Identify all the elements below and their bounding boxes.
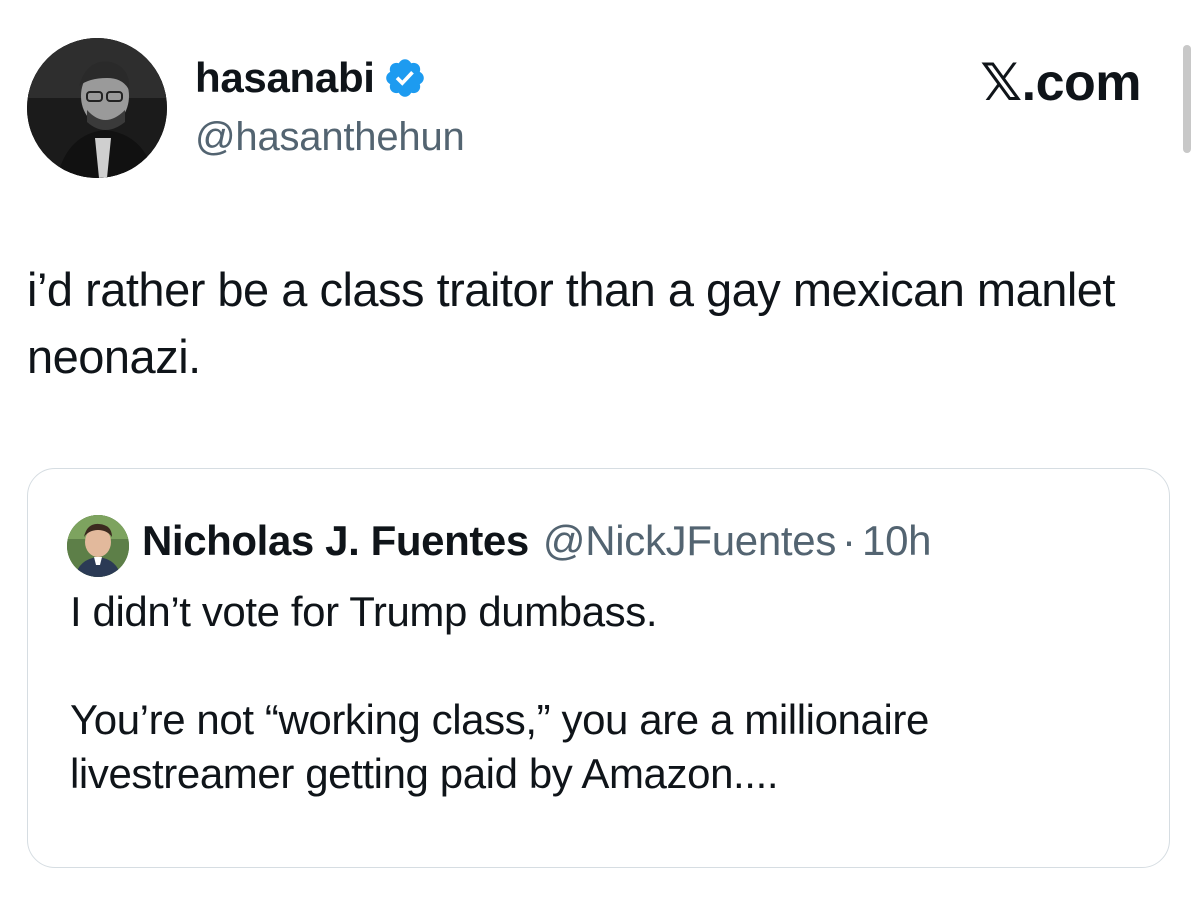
author-display-name[interactable]: hasanabi <box>195 54 375 102</box>
dot-separator: · <box>842 517 857 564</box>
quoted-tweet-header: Nicholas J. Fuentes @NickJFuentes · 10h <box>142 517 932 565</box>
quoted-tweet-paragraph: I didn’t vote for Trump dumbass. <box>70 588 658 635</box>
quoted-author-avatar[interactable] <box>67 515 129 577</box>
quoted-tweet-text: I didn’t vote for Trump dumbass. You’re … <box>70 585 1130 801</box>
verified-badge-icon <box>383 56 427 100</box>
author-handle[interactable]: @hasanthehun <box>195 115 465 160</box>
author-name-row: hasanabi <box>195 52 427 104</box>
author-avatar[interactable] <box>27 38 167 178</box>
x-com-watermark: 𝕏.com <box>980 54 1141 112</box>
tweet-text: i’d rather be a class traitor than a gay… <box>27 263 1116 383</box>
quoted-tweet-paragraph: You’re not “working class,” you are a mi… <box>70 696 929 797</box>
quoted-author-display-name[interactable]: Nicholas J. Fuentes <box>142 517 529 565</box>
quoted-tweet-card[interactable]: Nicholas J. Fuentes @NickJFuentes · 10h … <box>27 468 1170 868</box>
scrollbar[interactable] <box>1183 45 1191 153</box>
quoted-author-handle[interactable]: @NickJFuentes <box>543 517 836 565</box>
quoted-tweet-timestamp[interactable]: 10h <box>862 517 931 565</box>
